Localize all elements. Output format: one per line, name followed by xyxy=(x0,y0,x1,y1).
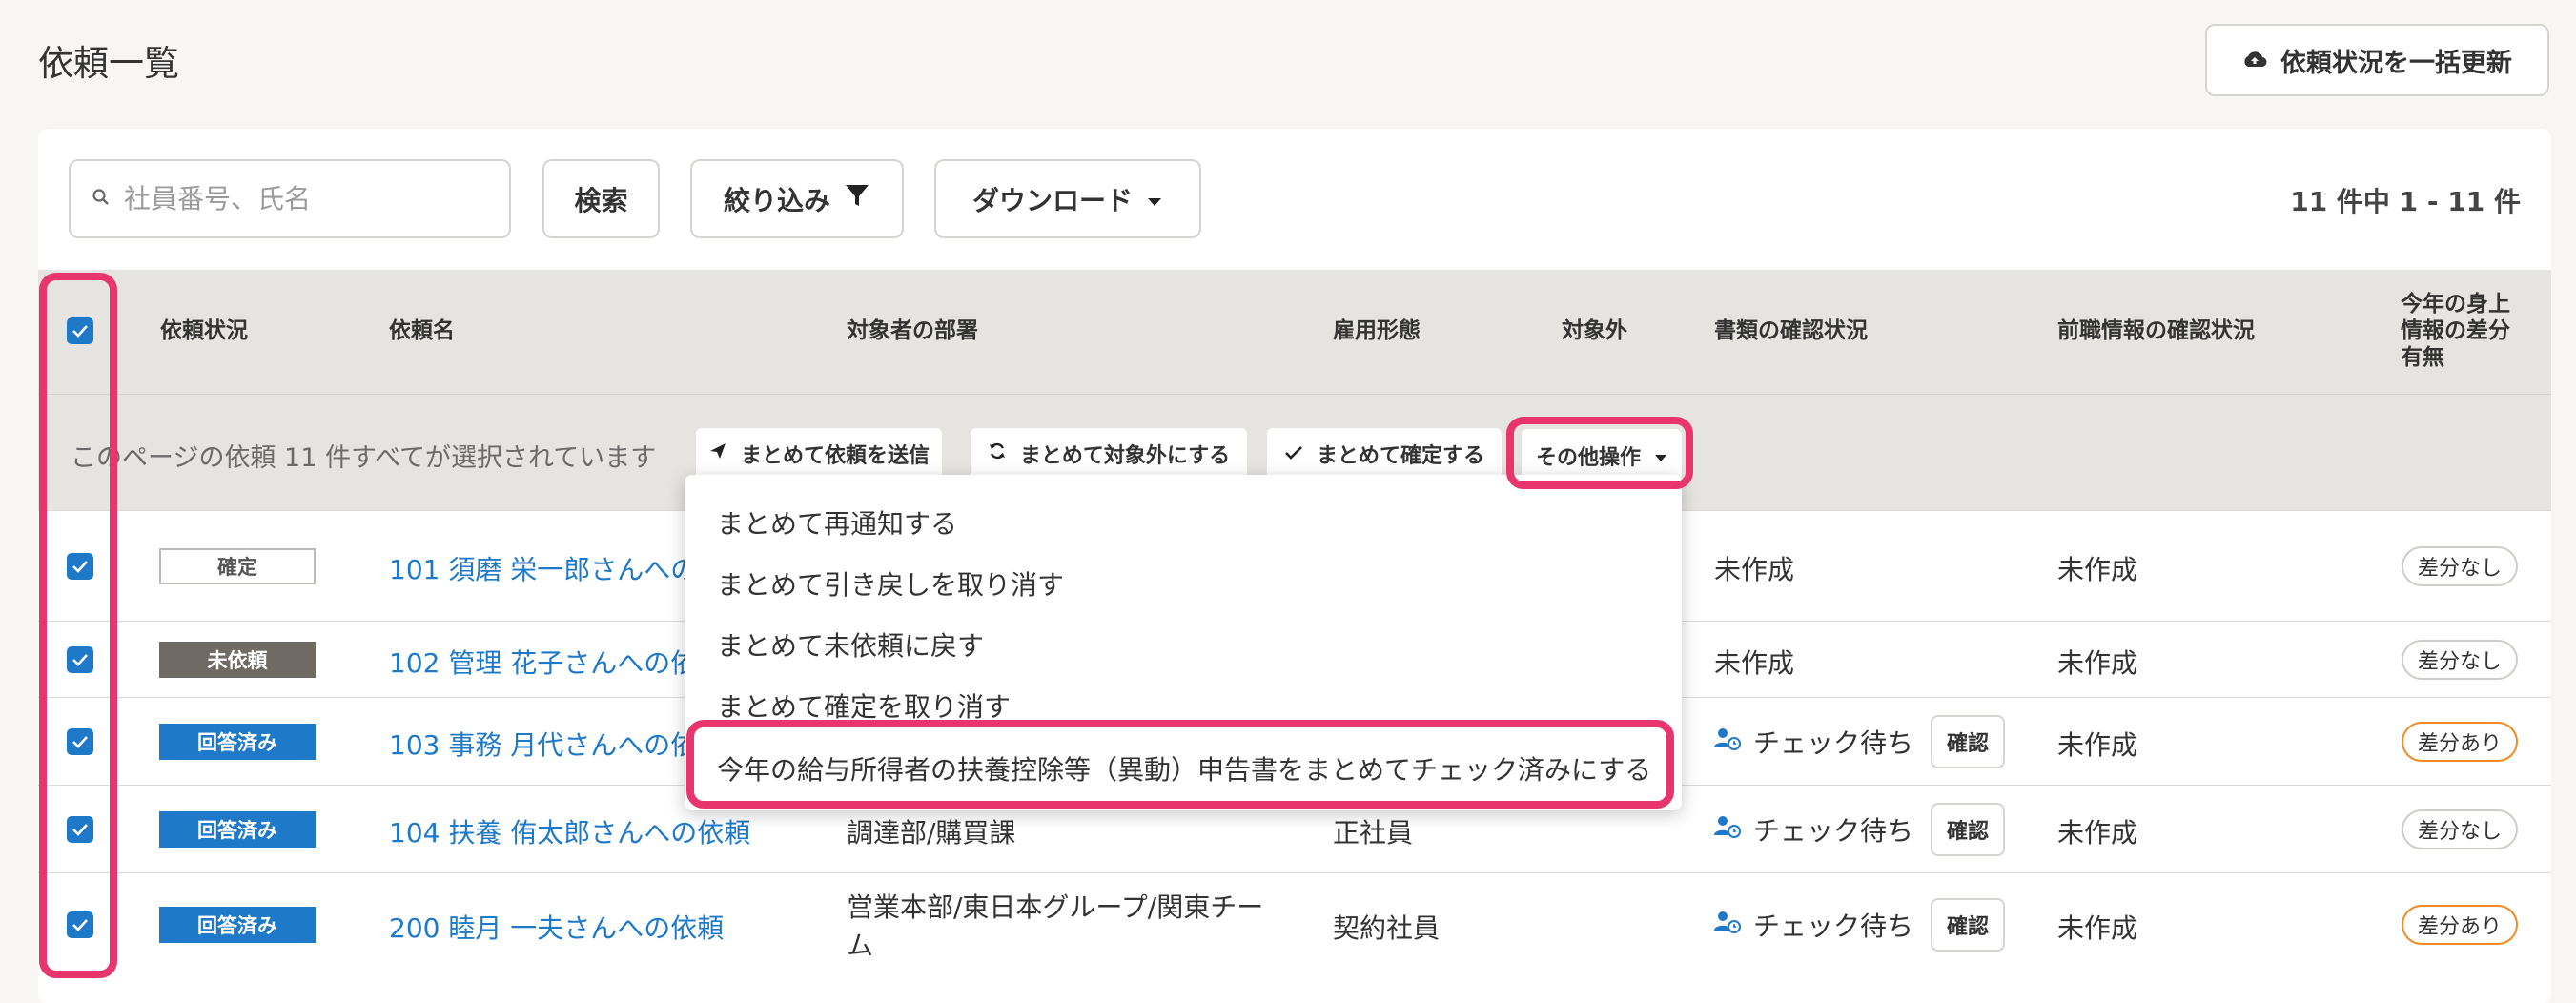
menu-item-cancel-pullback[interactable]: まとめて引き戻しを取り消す xyxy=(717,564,1064,603)
diff-pill: 差分あり xyxy=(2402,905,2518,945)
docs-confirm-button[interactable]: 確認 xyxy=(1931,715,2006,768)
send-icon xyxy=(708,441,727,466)
menu-item-cancel-confirm[interactable]: まとめて確定を取り消す xyxy=(717,686,1011,725)
menu-item-renotify[interactable]: まとめて再通知する xyxy=(717,503,957,542)
diff-pill: 差分なし xyxy=(2402,640,2518,680)
cloud-upload-icon xyxy=(2242,46,2267,75)
header-diff[interactable]: 今年の身上 情報の差分 有無 xyxy=(2401,291,2510,371)
request-link[interactable]: 102 管理 花子さんへの依頼 xyxy=(389,643,724,681)
bulk-confirm-label: まとめて確定する xyxy=(1316,444,1484,468)
docs-status: チェック待ち 確認 xyxy=(1713,715,2006,768)
bulk-confirm-button[interactable]: まとめて確定する xyxy=(1267,428,1502,480)
filter-button-label: 絞り込み xyxy=(723,184,830,216)
download-button-label: ダウンロード xyxy=(971,184,1133,216)
docs-status: 未作成 xyxy=(1714,554,1795,585)
docs-status-label: チェック待ち xyxy=(1753,815,1914,847)
page-title: 依頼一覧 xyxy=(38,43,179,84)
header-prev-job[interactable]: 前職情報の確認状況 xyxy=(2057,317,2255,344)
other-actions-highlight xyxy=(1506,417,1693,489)
table-header: 依頼状況 依頼名 対象者の部署 雇用形態 対象外 書類の確認状況 前職情報の確認… xyxy=(38,270,2551,394)
search-button[interactable]: 検索 xyxy=(542,159,660,238)
caret-down-icon xyxy=(1146,183,1163,215)
prev-job-status: 未作成 xyxy=(2057,729,2138,761)
bulk-update-button[interactable]: 依頼状況を一括更新 xyxy=(2205,24,2549,96)
dept-line: 営業本部/東日本グループ/関東チー xyxy=(847,891,1264,923)
prev-job-status: 未作成 xyxy=(2057,817,2138,849)
request-link[interactable]: 200 睦月 一夫さんへの依頼 xyxy=(389,908,724,946)
header-diff-line: 情報の差分 xyxy=(2401,318,2510,343)
search-button-label: 検索 xyxy=(574,184,628,216)
docs-status-label: チェック待ち xyxy=(1753,727,1914,759)
header-excluded[interactable]: 対象外 xyxy=(1562,317,1627,344)
docs-status: チェック待ち 確認 xyxy=(1713,803,2006,856)
employment-cell: 契約社員 xyxy=(1333,912,1441,944)
status-badge: 回答済み xyxy=(159,724,316,760)
search-icon xyxy=(92,188,111,211)
prev-job-status: 未作成 xyxy=(2057,554,2138,585)
docs-status-label: チェック待ち xyxy=(1753,911,1914,942)
table-row[interactable]: 回答済み 200 睦月 一夫さんへの依頼 営業本部/東日本グループ/関東チー ム… xyxy=(38,872,2551,1003)
status-badge: 回答済み xyxy=(159,907,316,943)
user-clock-icon xyxy=(1713,814,1742,846)
docs-status: 未作成 xyxy=(1714,647,1795,679)
employment-cell: 正社員 xyxy=(1333,817,1414,849)
search-box[interactable] xyxy=(69,159,511,238)
status-badge: 確定 xyxy=(159,548,316,584)
menu-item-revert-unrequested[interactable]: まとめて未依頼に戻す xyxy=(717,625,984,664)
bulk-update-label: 依頼状況を一括更新 xyxy=(2280,48,2512,78)
user-clock-icon xyxy=(1713,727,1742,758)
header-employment[interactable]: 雇用形態 xyxy=(1333,317,1421,344)
prev-job-status: 未作成 xyxy=(2057,912,2138,944)
diff-pill: 差分あり xyxy=(2402,722,2518,762)
docs-confirm-button[interactable]: 確認 xyxy=(1931,898,2006,952)
search-input[interactable] xyxy=(122,182,488,215)
request-link[interactable]: 104 扶養 侑太郎さんへの依頼 xyxy=(389,812,750,850)
request-link[interactable]: 103 事務 月代さんへの依頼 xyxy=(389,725,724,763)
header-dept[interactable]: 対象者の部署 xyxy=(847,317,978,344)
header-name[interactable]: 依頼名 xyxy=(389,317,455,344)
prev-job-status: 未作成 xyxy=(2057,647,2138,679)
status-badge: 回答済み xyxy=(159,811,316,848)
result-count: 11 件中 1 - 11 件 xyxy=(2290,186,2521,217)
dept-cell: 調達部/購買課 xyxy=(847,817,1016,849)
selection-message: このページの依頼 11 件すべてが選択されています xyxy=(71,443,657,473)
header-docs[interactable]: 書類の確認状況 xyxy=(1714,317,1868,344)
filter-funnel-icon xyxy=(844,182,870,215)
header-diff-line: 今年の身上 xyxy=(2401,292,2510,317)
docs-status: チェック待ち 確認 xyxy=(1713,898,2006,952)
bulk-send-button[interactable]: まとめて依頼を送信 xyxy=(696,428,942,480)
mark-checked-highlight xyxy=(686,720,1674,809)
diff-pill: 差分なし xyxy=(2402,546,2518,586)
dept-cell: 営業本部/東日本グループ/関東チー ム xyxy=(847,889,1263,965)
refresh-icon xyxy=(988,441,1007,466)
dept-line: ム xyxy=(847,930,874,961)
user-clock-icon xyxy=(1713,910,1742,941)
request-list-card: 検索 絞り込み ダウンロード 11 件中 1 - 11 件 依頼状況 依頼名 対… xyxy=(38,129,2551,1003)
checkmark-icon xyxy=(1284,442,1303,466)
filter-button[interactable]: 絞り込み xyxy=(690,159,904,238)
bulk-exclude-label: まとめて対象外にする xyxy=(1019,444,1231,468)
checkbox-column-highlight xyxy=(39,273,117,978)
bulk-send-label: まとめて依頼を送信 xyxy=(740,444,930,468)
bulk-exclude-button[interactable]: まとめて対象外にする xyxy=(971,428,1247,480)
status-badge: 未依頼 xyxy=(159,642,316,678)
header-diff-line: 有無 xyxy=(2401,345,2444,370)
header-status[interactable]: 依頼状況 xyxy=(160,317,248,344)
docs-confirm-button[interactable]: 確認 xyxy=(1931,803,2006,856)
download-button[interactable]: ダウンロード xyxy=(934,159,1201,238)
diff-pill: 差分なし xyxy=(2402,809,2518,849)
